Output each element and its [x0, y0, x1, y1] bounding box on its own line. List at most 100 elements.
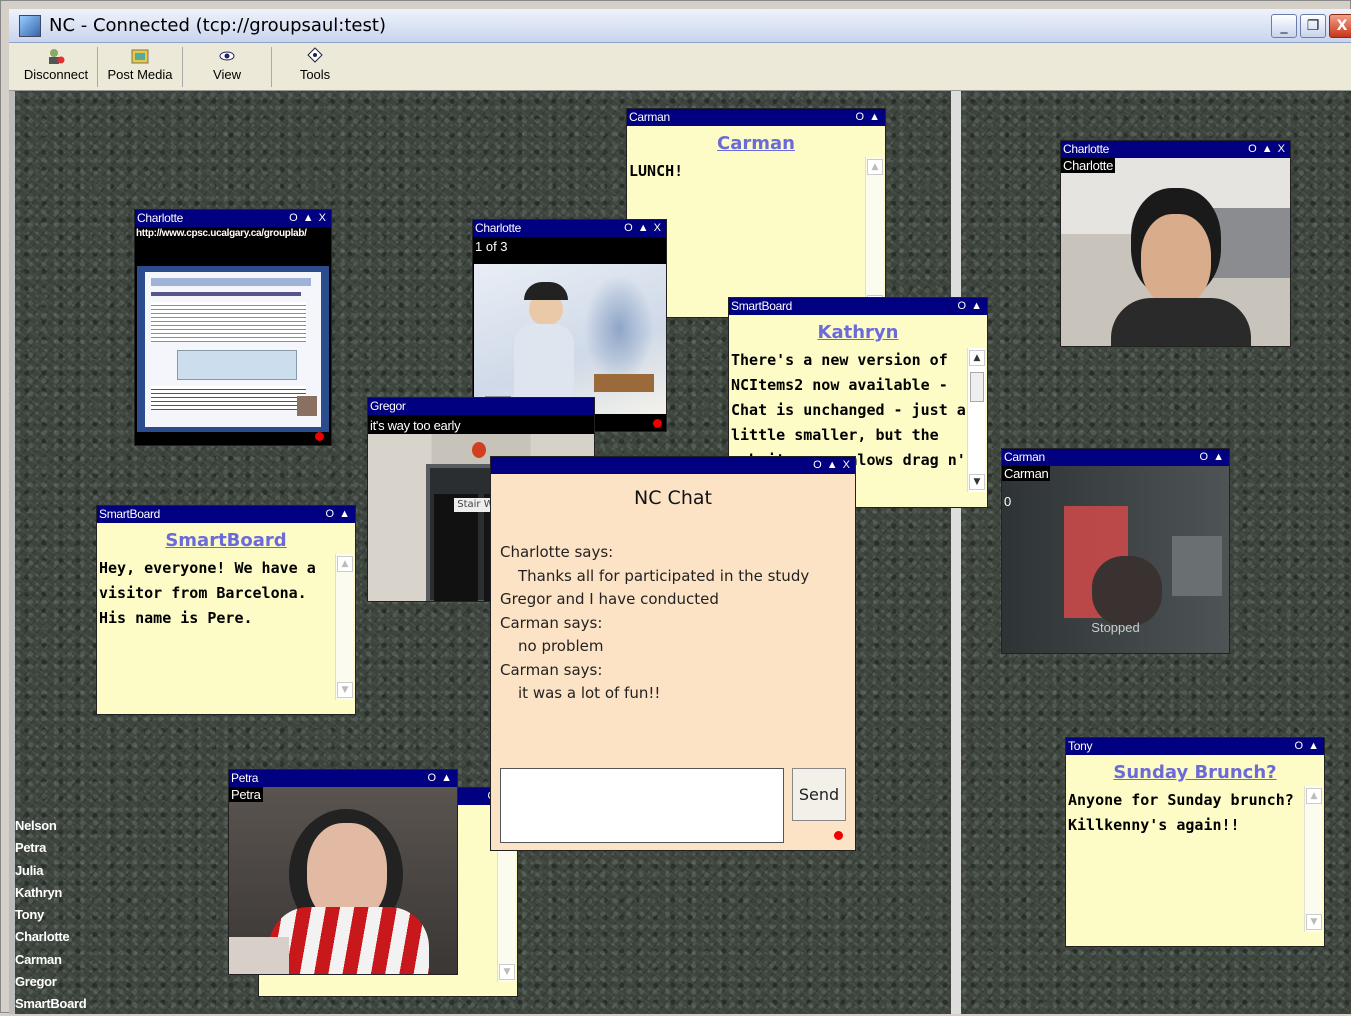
chat-line: Carman says: — [500, 613, 603, 632]
card-header[interactable]: O ▲ X — [491, 457, 855, 474]
restore-button[interactable]: ❐ — [1300, 14, 1326, 38]
close-button[interactable]: X — [1329, 14, 1351, 38]
card-controls[interactable]: O ▲ — [428, 770, 454, 787]
card-controls[interactable]: O ▲ — [326, 506, 352, 523]
card-owner: Carman — [629, 110, 670, 124]
note-scrollbar[interactable]: ▲▼ — [967, 348, 985, 492]
card-owner: Gregor — [370, 399, 406, 413]
card-controls[interactable]: O ▲ X — [289, 210, 327, 227]
tools-button[interactable]: Tools — [275, 47, 355, 89]
scroll-up-arrow[interactable]: ▲ — [1306, 788, 1322, 804]
note-title[interactable]: Kathryn — [729, 322, 987, 343]
card-owner: Charlotte — [137, 211, 183, 225]
card-controls[interactable]: O ▲ — [1295, 738, 1321, 755]
card-controls[interactable]: O ▲ — [1200, 449, 1226, 466]
video-caption: Charlotte — [1061, 158, 1116, 173]
web-page-preview[interactable] — [137, 266, 329, 432]
scroll-down-arrow[interactable]: ▼ — [969, 474, 985, 490]
card-controls[interactable]: O ▲ X — [1248, 141, 1286, 158]
scroll-down-arrow[interactable]: ▼ — [1306, 914, 1322, 930]
title-bar[interactable]: NC - Connected (tcp://groupsaul:test) _ … — [9, 9, 1351, 43]
card-owner: SmartBoard — [731, 299, 793, 313]
toolbar-separator — [271, 47, 272, 87]
user-list-item[interactable]: SmartBoard — [15, 993, 87, 1015]
note-scrollbar[interactable]: ▲▼ — [865, 157, 883, 313]
disconnect-icon — [49, 49, 65, 64]
card-controls[interactable]: O ▲ X — [813, 457, 851, 474]
chat-line: it was a lot of fun!! — [518, 684, 661, 702]
scroll-up-arrow[interactable]: ▲ — [337, 556, 353, 572]
post-media-label: Post Media — [107, 67, 173, 82]
user-list-item[interactable]: Carman — [15, 949, 86, 971]
card-header[interactable]: Tony O ▲ — [1066, 738, 1324, 755]
chat-window[interactable]: O ▲ X NC Chat Charlotte says: Thanks all … — [490, 456, 856, 851]
scroll-down-arrow[interactable]: ▼ — [499, 964, 515, 980]
card-header[interactable]: Charlotte O ▲ X — [135, 210, 331, 227]
chat-line: no problem — [518, 637, 604, 655]
card-header[interactable]: SmartBoard O ▲ — [729, 298, 987, 315]
scroll-up-arrow[interactable]: ▲ — [969, 350, 985, 366]
note-title[interactable]: SmartBoard — [97, 530, 355, 551]
card-header[interactable]: SmartBoard O ▲ — [97, 506, 355, 523]
user-list-item[interactable]: Gregor — [15, 971, 86, 993]
status-dot — [653, 419, 662, 428]
card-owner: Carman — [1004, 450, 1045, 464]
video-petra[interactable]: Petra O ▲ Petra — [228, 769, 458, 975]
app-icon — [19, 14, 41, 37]
chat-title: NC Chat — [634, 487, 712, 509]
view-label: View — [213, 67, 241, 82]
user-list-item[interactable]: Julia — [15, 860, 86, 882]
note-tony[interactable]: Tony O ▲ Sunday Brunch? Anyone for Sunday… — [1065, 737, 1325, 947]
card-controls[interactable]: O ▲ — [958, 298, 984, 315]
note-scrollbar[interactable]: ▲▼ — [335, 554, 353, 700]
scroll-thumb[interactable] — [970, 372, 984, 402]
video-feed — [1061, 158, 1290, 346]
tools-icon — [307, 47, 323, 63]
user-list-item[interactable]: Petra — [15, 837, 86, 859]
view-button[interactable]: View — [187, 47, 267, 89]
user-list-item[interactable]: Charlotte — [15, 926, 86, 948]
chat-input[interactable] — [500, 768, 784, 843]
send-button[interactable]: Send — [792, 768, 846, 821]
scroll-up-arrow[interactable]: ▲ — [867, 159, 883, 175]
card-header[interactable]: Gregor — [368, 398, 594, 415]
disconnect-label: Disconnect — [23, 67, 89, 82]
card-owner: Petra — [231, 771, 259, 785]
note-body: There's a new version of NCItems2 now av… — [731, 351, 966, 469]
toolbar-separator — [182, 47, 183, 87]
note-scrollbar[interactable]: ▲▼ — [497, 832, 515, 982]
video-caption: Carman — [1002, 466, 1051, 481]
video-carman[interactable]: Carman O ▲ Carman 0 Stopped — [1001, 448, 1230, 654]
app-window: NC - Connected (tcp://groupsaul:test) _ … — [0, 0, 1351, 1015]
panel-divider[interactable] — [951, 91, 961, 1014]
video-feed — [229, 787, 457, 974]
card-header[interactable]: Charlotte O ▲ X — [1061, 141, 1290, 158]
video-charlotte[interactable]: Charlotte O ▲ X Charlotte — [1060, 140, 1291, 347]
card-header[interactable]: Petra O ▲ — [229, 770, 457, 787]
status-dot — [315, 432, 324, 441]
slide-image[interactable] — [474, 264, 666, 414]
card-header[interactable]: Charlotte O ▲ X — [473, 220, 666, 237]
card-header[interactable]: Carman O ▲ — [627, 109, 885, 126]
status-dot — [834, 831, 843, 840]
minimize-button[interactable]: _ — [1271, 14, 1297, 38]
web-url[interactable]: http://www.cpsc.ucalgary.ca/grouplab/ — [136, 228, 307, 239]
slide-counter: 1 of 3 — [475, 239, 508, 254]
note-title[interactable]: Sunday Brunch? — [1066, 762, 1324, 783]
card-controls[interactable]: O ▲ X — [624, 220, 662, 237]
web-item[interactable]: Charlotte O ▲ X http://www.cpsc.ucalgary.… — [134, 209, 332, 446]
note-smartboard[interactable]: SmartBoard O ▲ SmartBoard Hey, everyone! … — [96, 505, 356, 715]
card-controls[interactable]: O ▲ — [856, 109, 882, 126]
scroll-down-arrow[interactable]: ▼ — [337, 682, 353, 698]
user-list-item[interactable]: Nelson — [15, 815, 86, 837]
note-body: Anyone for Sunday brunch? Killkenny's ag… — [1068, 791, 1294, 834]
note-title[interactable]: Carman — [627, 133, 885, 154]
post-media-button[interactable]: Post Media — [101, 47, 179, 89]
video-caption: it's way too early — [368, 418, 463, 433]
disconnect-button[interactable]: Disconnect — [15, 47, 97, 89]
chat-line: Carman says: — [500, 660, 603, 679]
user-list-item[interactable]: Kathryn — [15, 882, 86, 904]
user-list-item[interactable]: Tony — [15, 904, 86, 926]
card-header[interactable]: Carman O ▲ — [1002, 449, 1229, 466]
note-scrollbar[interactable]: ▲▼ — [1304, 786, 1322, 932]
